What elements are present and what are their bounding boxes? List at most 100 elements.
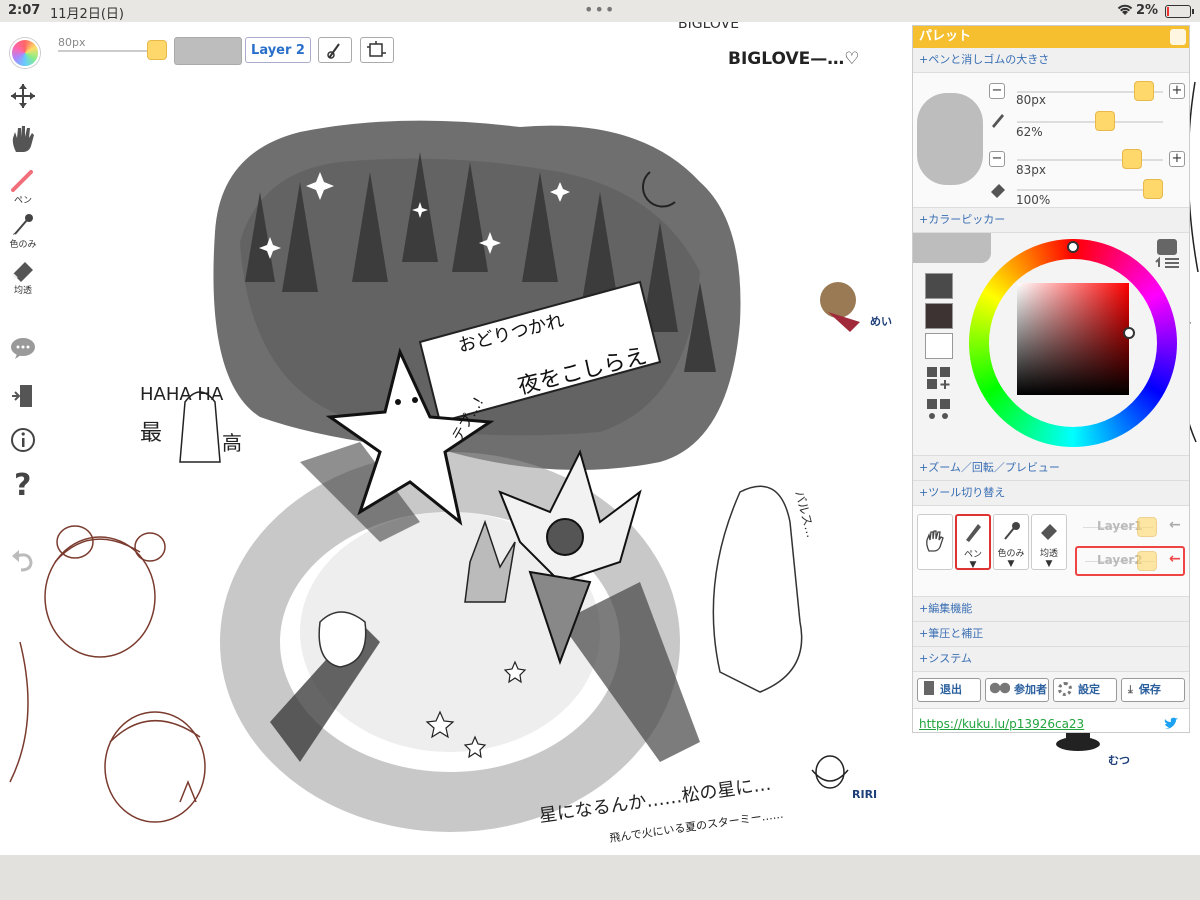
hue-handle[interactable]	[1067, 241, 1079, 253]
exit-button-label: 退出	[940, 683, 962, 696]
twitter-icon[interactable]	[1163, 717, 1179, 731]
section-zoom[interactable]: +ズーム／回転／プレビュー	[913, 456, 1189, 481]
section-pen-size[interactable]: +ペンと消しゴムの大きさ	[913, 48, 1189, 73]
eraser-small-icon-2	[1041, 524, 1057, 540]
color-select-button[interactable]	[10, 38, 40, 68]
eraser-icon	[12, 262, 33, 282]
battery-icon	[1165, 5, 1194, 18]
undo-button[interactable]	[8, 546, 38, 578]
eraser-tool[interactable]: 均透	[8, 258, 38, 296]
transform-button[interactable]	[360, 37, 394, 63]
layer-2-row[interactable]: Layer2 ←	[1075, 546, 1185, 576]
pen-opacity-knob[interactable]	[1095, 111, 1116, 131]
pen-gear-icon	[327, 43, 340, 59]
share-link-row: https://kuku.lu/p13926ca23	[913, 709, 1189, 732]
exit-button[interactable]: 退出	[917, 678, 981, 702]
section-tool-switch[interactable]: +ツール切り替え	[913, 481, 1189, 506]
participants-icon	[990, 682, 1010, 694]
bottom-area	[0, 855, 1200, 900]
pen-small-icon	[966, 524, 981, 542]
pencil-icon	[992, 114, 1004, 128]
eraser-opacity-value: 100%	[1016, 193, 1051, 207]
brush-size-label: 80px	[58, 36, 86, 49]
pen-tool-button[interactable]: ペン ▼	[955, 514, 991, 570]
brush-size-slider[interactable]	[58, 50, 158, 52]
exit-room-button[interactable]	[8, 382, 38, 414]
eraser-opacity-slider[interactable]	[1017, 189, 1163, 191]
palette-title: パレット	[919, 29, 972, 44]
layer-2-label: Layer2	[1097, 553, 1143, 567]
palette-panel: パレット +ペンと消しゴムの大きさ − + 80px 62% − + 83px …	[912, 25, 1190, 733]
pen-dropdown-icon: ▼	[969, 560, 977, 570]
help-button[interactable]: ?	[8, 468, 38, 504]
brush-size-knob[interactable]	[147, 40, 167, 60]
saturation-value-square[interactable]	[1017, 283, 1129, 395]
participants-button-label: 参加者	[1014, 683, 1047, 696]
layer-1-label: Layer1	[1097, 519, 1143, 533]
info-button[interactable]	[8, 426, 38, 458]
eraser-size-minus-button[interactable]: −	[989, 151, 1005, 167]
swatch-transfer-icon[interactable]	[925, 397, 953, 423]
section-edit[interactable]: +編集機能	[913, 597, 1189, 622]
multitask-dots-icon[interactable]: •••	[584, 0, 615, 19]
save-button[interactable]: ⤓ 保存	[1121, 678, 1185, 702]
chat-bubble-icon	[11, 338, 35, 359]
pen-tool[interactable]: ペン	[8, 168, 38, 206]
color-picker	[913, 233, 1189, 456]
chat-button[interactable]	[8, 336, 38, 364]
color-swatch-2[interactable]	[925, 303, 953, 329]
pen-tool-button-label: ペン	[963, 550, 982, 560]
picker-mode-icon[interactable]	[1153, 237, 1183, 269]
pen-size-controls: − + 80px 62% − + 83px 100%	[913, 73, 1189, 208]
color-picker-tab[interactable]	[913, 233, 991, 263]
biglove-text: BIGLOVE—…♡	[728, 49, 859, 69]
eraser-small-icon	[991, 184, 1005, 198]
move-tool[interactable]	[8, 82, 38, 114]
add-swatch-icon[interactable]	[925, 365, 953, 391]
save-button-label: 保存	[1138, 683, 1161, 696]
eraser-size-value: 83px	[1016, 163, 1046, 177]
layer-2-opacity-knob[interactable]	[1137, 551, 1157, 571]
color-swatch-1[interactable]	[925, 273, 953, 299]
status-bar: 2:07 11月2日(日) ••• 2%	[0, 0, 1200, 22]
layer-switch-button[interactable]: Layer 2	[245, 37, 311, 63]
hand-small-icon	[926, 530, 944, 552]
eraser-tool-button[interactable]: 均透 ▼	[1031, 514, 1067, 570]
hand-tool-button[interactable]	[917, 514, 953, 570]
battery-percent: 2%	[1136, 3, 1159, 18]
pen-size-minus-button[interactable]: −	[989, 83, 1005, 99]
eyedropper-tool[interactable]: 色のみ	[8, 212, 38, 250]
eraser-size-plus-button[interactable]: +	[1169, 151, 1185, 167]
layer-1-opacity-knob[interactable]	[1137, 517, 1157, 537]
pen-settings-button[interactable]	[318, 37, 352, 63]
layer-2-arrow-icon[interactable]: ←	[1169, 551, 1181, 567]
layer-1-row[interactable]: Layer1 ←	[1075, 512, 1185, 542]
participants-button[interactable]: 参加者	[985, 678, 1049, 702]
eraser-opacity-knob[interactable]	[1143, 179, 1163, 199]
current-color-swatch[interactable]	[174, 37, 242, 65]
share-link[interactable]: https://kuku.lu/p13926ca23	[919, 717, 1084, 731]
layer-1-arrow-icon[interactable]: ←	[1169, 517, 1181, 533]
palette-collapse-button[interactable]	[1170, 29, 1186, 45]
palette-header[interactable]: パレット	[913, 26, 1189, 48]
info-icon	[11, 428, 35, 452]
color-handle[interactable]	[1123, 327, 1135, 339]
hand-tool[interactable]	[8, 124, 38, 158]
section-color-picker[interactable]: +カラーピッカー	[913, 208, 1189, 233]
section-system[interactable]: +システム	[913, 647, 1189, 672]
pen-size-knob[interactable]	[1134, 81, 1155, 101]
crop-icon	[367, 41, 386, 57]
color-swatch-3[interactable]	[925, 333, 953, 359]
question-icon: ?	[14, 468, 31, 503]
pen-opacity-slider[interactable]	[1017, 121, 1163, 123]
pen-size-plus-button[interactable]: +	[1169, 83, 1185, 99]
eraser-tool-label: 均透	[13, 286, 32, 296]
hand-icon	[12, 126, 35, 152]
kou-text: 高	[222, 431, 242, 455]
move-arrows-icon	[11, 84, 35, 108]
exit-door-icon	[12, 385, 32, 407]
section-pressure[interactable]: +筆圧と補正	[913, 622, 1189, 647]
settings-button[interactable]: 設定	[1053, 678, 1117, 702]
eyedropper-tool-button[interactable]: 色のみ ▼	[993, 514, 1029, 570]
eraser-size-knob[interactable]	[1121, 149, 1142, 169]
